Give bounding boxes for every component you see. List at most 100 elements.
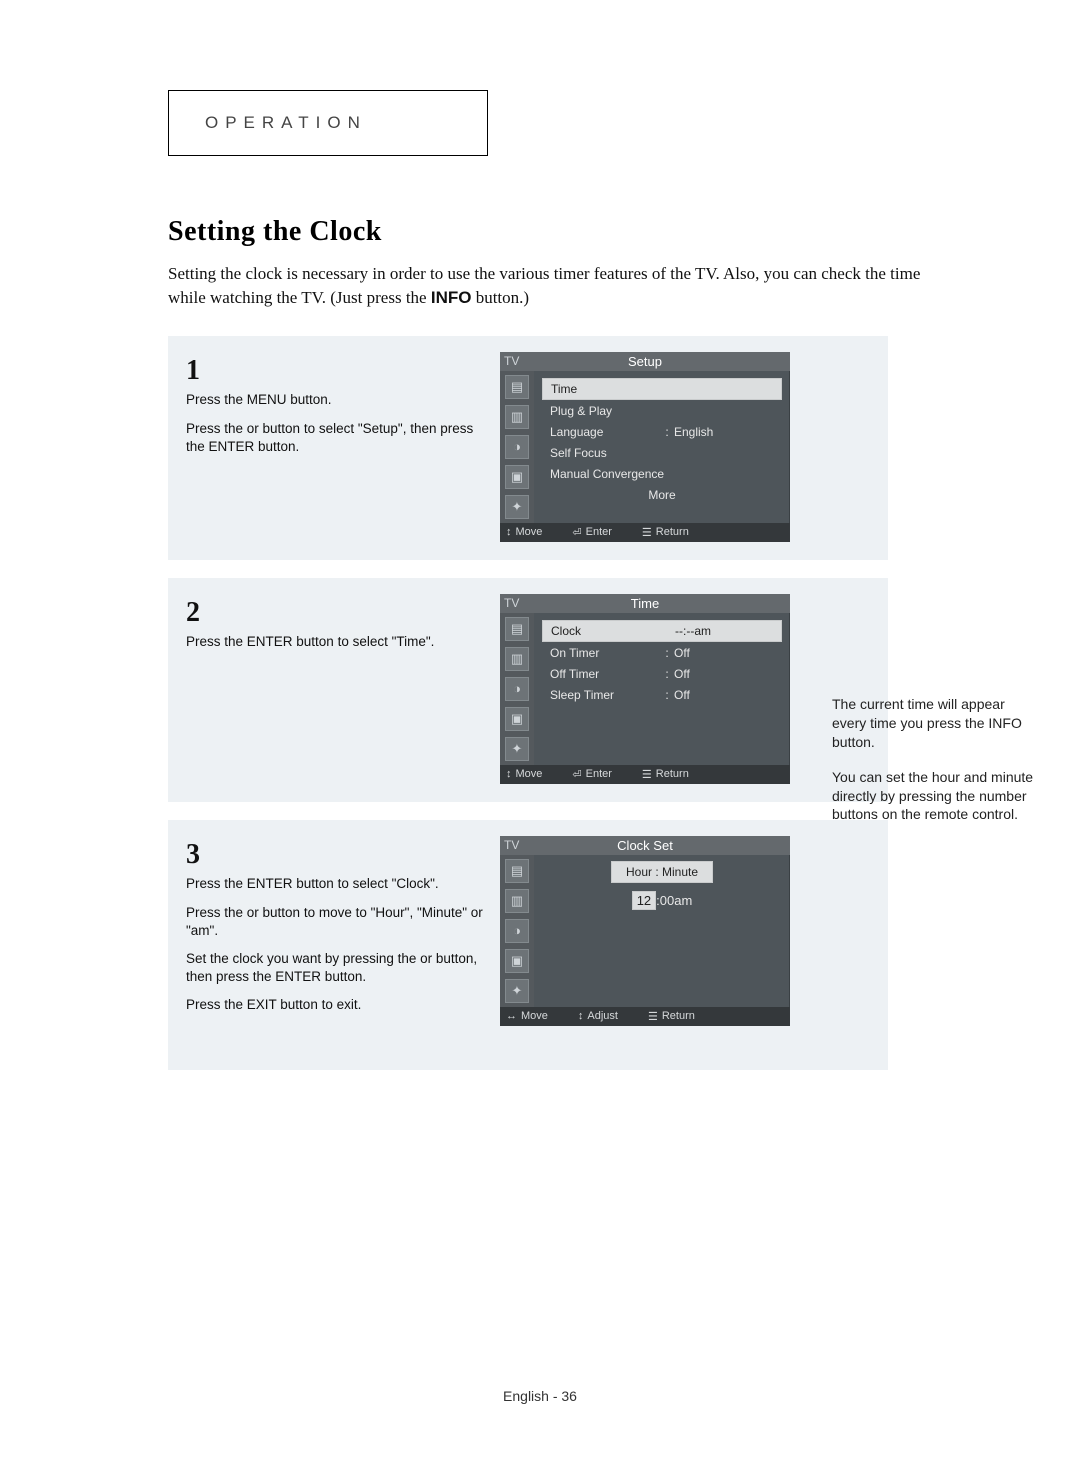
step-1-text: 1 Press the MENU button. Press the or bu… <box>168 352 500 542</box>
osd1-row-selffocus[interactable]: Self Focus <box>542 443 782 463</box>
osd2-row-val: Off <box>674 667 774 681</box>
osd1-footer-enter: ⏎ Enter <box>572 526 612 539</box>
sidebar-icon: ◑ <box>505 919 529 943</box>
osd3-title: Clock Set <box>617 838 673 853</box>
sidebar-icon: ▣ <box>505 465 529 489</box>
enter-icon: ⏎ <box>572 526 581 539</box>
osd3-content: Hour : Minute 12:00am <box>534 855 790 1007</box>
osd2-titlebar: TV Time <box>500 594 790 613</box>
osd1-row-plugplay[interactable]: Plug & Play <box>542 401 782 421</box>
osd1-row-val: English <box>674 425 774 439</box>
osd1-row-label: Plug & Play <box>550 404 660 418</box>
osd2-row-sleeptimer[interactable]: Sleep Timer : Off <box>542 685 782 705</box>
osd3-footer: ↔Move ↕Adjust ☰ Return <box>500 1007 790 1026</box>
step-2: 2 Press the ENTER button to select "Time… <box>168 578 888 802</box>
osd1-row-sep: : <box>660 425 674 439</box>
step-3-p2: Press the or button to move to "Hour", "… <box>186 904 486 940</box>
osd2-sidebar: ▤ ▥ ◑ ▣ ✦ <box>500 613 534 765</box>
osd2-footer-return: ☰Return <box>642 768 689 781</box>
osd2-row-label: Clock <box>551 624 661 638</box>
osd3-footer-move: ↔Move <box>506 1010 548 1023</box>
osd2-row-label: Sleep Timer <box>550 688 660 702</box>
sidebar-icon: ▥ <box>505 647 529 671</box>
step-3-osd-wrap: TV Clock Set ▤ ▥ ◑ ▣ ✦ Hour : Minute <box>500 836 888 1052</box>
sidebar-icon: ▣ <box>505 707 529 731</box>
sidebar-icon: ▥ <box>505 405 529 429</box>
clock-time-value[interactable]: 12:00am <box>632 893 693 908</box>
osd1-titlebar: TV Setup <box>500 352 790 371</box>
section-header: OPERATION <box>80 90 1000 156</box>
osd1-row-time[interactable]: Time <box>542 378 782 400</box>
osd1-row-label: More <box>648 488 675 502</box>
sidebar-icon: ▥ <box>505 889 529 913</box>
osd1-row-label: Manual Convergence <box>550 467 774 481</box>
osd3-footer-adjust: ↕Adjust <box>578 1010 618 1023</box>
sidebar-icon: ▣ <box>505 949 529 973</box>
sidebar-icon: ▤ <box>505 617 529 641</box>
clock-hour[interactable]: 12 <box>632 891 656 910</box>
osd2-row-sep: : <box>660 688 674 702</box>
osd2-footer: ↕Move ⏎Enter ☰Return <box>500 765 790 784</box>
step-3-p4: Press the EXIT button to exit. <box>186 996 486 1014</box>
step-2-number: 2 <box>186 594 486 632</box>
intro-paragraph: Setting the clock is necessary in order … <box>168 262 960 310</box>
return-icon: ☰ <box>642 526 652 539</box>
sidebar-icon: ✦ <box>505 495 529 519</box>
osd1-row-more[interactable]: More <box>542 485 782 505</box>
clock-ampm[interactable]: am <box>674 893 692 908</box>
osd3-titlebar: TV Clock Set <box>500 836 790 855</box>
side-note-p1: The current time will appear every time … <box>832 695 1042 752</box>
osd2-row-val: --:--am <box>675 624 773 638</box>
step-1: 1 Press the MENU button. Press the or bu… <box>168 336 888 560</box>
step-3-p1: Press the ENTER button to select "Clock"… <box>186 875 486 893</box>
osd1-footer-move: ↕Move <box>506 526 542 539</box>
osd1-row-manual-convergence[interactable]: Manual Convergence <box>542 464 782 484</box>
osd3-footer-return: ☰ Return <box>648 1010 695 1023</box>
step-2-p1: Press the ENTER button to select "Time". <box>186 633 486 651</box>
step-1-number: 1 <box>186 352 486 390</box>
osd2-row-offtimer[interactable]: Off Timer : Off <box>542 664 782 684</box>
osd3-sidebar: ▤ ▥ ◑ ▣ ✦ <box>500 855 534 1007</box>
osd-footer-return-text: Return <box>656 768 689 780</box>
osd-clockset: TV Clock Set ▤ ▥ ◑ ▣ ✦ Hour : Minute <box>500 836 790 1026</box>
osd2-footer-enter: ⏎Enter <box>572 768 612 781</box>
osd-footer-return-text: Return <box>656 526 689 538</box>
osd-footer-enter-text: Enter <box>586 526 612 538</box>
osd2-footer-move: ↕Move <box>506 768 542 781</box>
osd2-row-val: Off <box>674 646 774 660</box>
page-title: Setting the Clock <box>168 216 1000 248</box>
osd1-row-label: Language <box>550 425 660 439</box>
updown-icon: ↕ <box>506 768 512 780</box>
updown-icon: ↕ <box>506 526 512 538</box>
updown-icon: ↕ <box>578 1010 584 1022</box>
step-2-osd-wrap: TV Time ▤ ▥ ◑ ▣ ✦ Clock <box>500 594 888 784</box>
osd1-sidebar: ▤ ▥ ◑ ▣ ✦ <box>500 371 534 523</box>
step-3-p3: Set the clock you want by pressing the o… <box>186 950 486 986</box>
osd3-tv-label: TV <box>504 838 519 852</box>
osd1-tv-label: TV <box>504 354 519 368</box>
intro-text-after: button.) <box>476 288 529 307</box>
osd1-footer: ↕Move ⏎ Enter ☰ Return <box>500 523 790 542</box>
osd-footer-move-text: Move <box>521 1010 548 1022</box>
osd2-row-clock[interactable]: Clock --:--am <box>542 620 782 642</box>
hour-minute-label-box: Hour : Minute <box>611 861 713 883</box>
return-icon: ☰ <box>648 1010 658 1023</box>
side-note: The current time will appear every time … <box>832 695 1042 840</box>
header-label: OPERATION <box>205 113 367 132</box>
osd1-footer-return: ☰ Return <box>642 526 689 539</box>
osd1-row-label: Time <box>551 382 661 396</box>
side-note-p2: You can set the hour and minute directly… <box>832 768 1042 825</box>
osd1-row-language[interactable]: Language : English <box>542 422 782 442</box>
osd2-row-label: On Timer <box>550 646 660 660</box>
sidebar-icon: ✦ <box>505 737 529 761</box>
osd-footer-adjust-text: Adjust <box>587 1010 618 1022</box>
intro-text-before: Setting the clock is necessary in order … <box>168 264 920 307</box>
step-1-osd-wrap: TV Setup ▤ ▥ ◑ ▣ ✦ Time <box>500 352 888 542</box>
sidebar-icon: ◑ <box>505 435 529 459</box>
clock-minute[interactable]: 00 <box>660 893 674 908</box>
osd2-row-ontimer[interactable]: On Timer : Off <box>542 643 782 663</box>
osd-time: TV Time ▤ ▥ ◑ ▣ ✦ Clock <box>500 594 790 784</box>
sidebar-icon: ▤ <box>505 375 529 399</box>
osd2-title: Time <box>631 596 659 611</box>
osd-footer-return-text: Return <box>662 1010 695 1022</box>
